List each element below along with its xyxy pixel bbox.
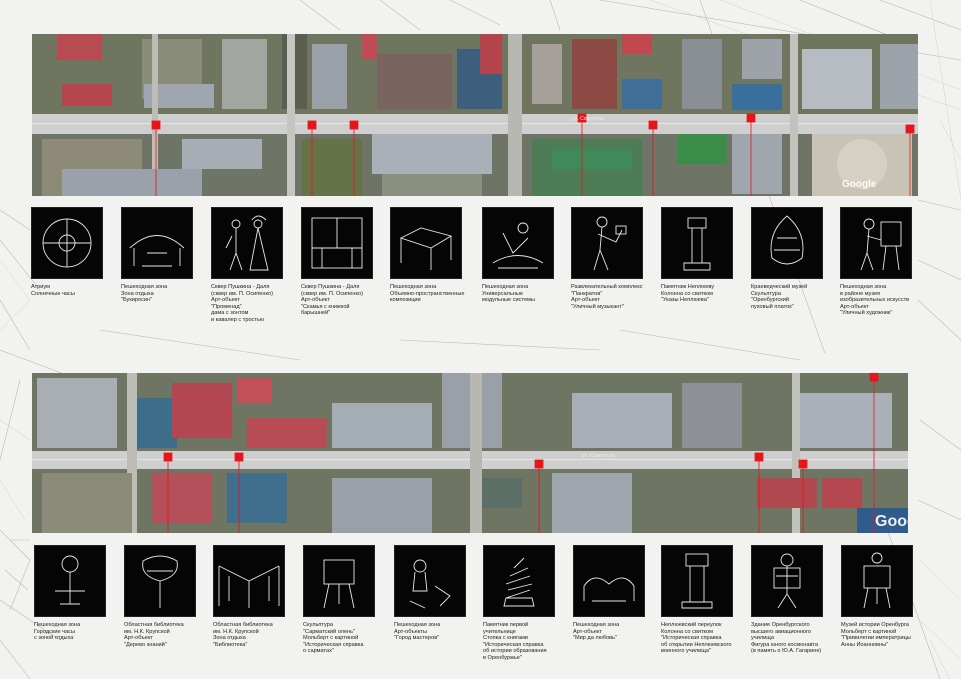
- poi-card[interactable]: Пешеходная зона Объемно-пространственные…: [390, 207, 476, 304]
- painter-icon[interactable]: [840, 207, 912, 279]
- poi-caption: Сквер Пушкина - Даля (сквер им. П. Осипе…: [301, 284, 363, 317]
- love-icon[interactable]: [573, 545, 645, 617]
- poi-caption: Здание Оренбургского высшего авиационног…: [751, 622, 822, 655]
- poi-caption: Пешеходная зона в районе музея изобразит…: [840, 284, 910, 317]
- musician-icon[interactable]: [571, 207, 643, 279]
- poi-card[interactable]: Музей истории Оренбурга Мольберт с карти…: [841, 545, 927, 648]
- couple-sculpture-icon[interactable]: [211, 207, 283, 279]
- poi-caption: Пешеходная зона Объемно-пространственные…: [390, 284, 465, 304]
- poi-caption: Сквер Пушкина - Даля (сквер им. П. Осипе…: [211, 284, 273, 323]
- poi-caption: Пешеходная зона Зона отдыха "Букиросин": [121, 284, 168, 304]
- street-clock-icon[interactable]: [34, 545, 106, 617]
- pavilion-icon[interactable]: [121, 207, 193, 279]
- poi-caption: Неплюевский переулок Колонна со свитком …: [661, 622, 732, 655]
- poi-card[interactable]: Пешеходная зона Городские часы с зоной о…: [34, 545, 120, 642]
- poi-card[interactable]: Памятник Неплюеву Колонна со свитком "Ук…: [661, 207, 747, 304]
- poi-caption: Скульптура "Сарматский олень" Мольберт с…: [303, 622, 364, 655]
- satellite-map-bottom[interactable]: ул. Советская Google: [32, 373, 908, 533]
- satellite-map-top[interactable]: ул. Советская Google: [32, 34, 918, 196]
- poi-card[interactable]: Скульптура "Сарматский олень" Мольберт с…: [303, 545, 389, 655]
- poi-caption: Памятник Неплюеву Колонна со свитком "Ук…: [661, 284, 715, 304]
- marker-gap: [816, 353, 877, 373]
- poi-card[interactable]: Памятник первой учительнице Стопка с кни…: [483, 545, 569, 662]
- craftsmen-icon[interactable]: [394, 545, 466, 617]
- poi-card[interactable]: Развлекательный комплекс "Панкратов" Арт…: [571, 207, 657, 310]
- poi-card[interactable]: Пешеходная зона Арт-объекты "Город масте…: [394, 545, 480, 642]
- poi-caption: Пешеходная зона Универсальные модульные …: [482, 284, 535, 304]
- street-label-bottom: ул. Советская: [582, 453, 615, 459]
- poi-card[interactable]: Сквер Пушкина - Даля (сквер им. П. Осипе…: [211, 207, 297, 324]
- cosmonaut-icon[interactable]: [751, 545, 823, 617]
- poi-caption: Памятник первой учительнице Стопка с кни…: [483, 622, 547, 661]
- google-watermark-bottom: Google: [875, 513, 908, 530]
- library-icon[interactable]: [213, 545, 285, 617]
- museum-easel-icon[interactable]: [841, 545, 913, 617]
- poi-caption: Областная библиотека им. Н.К. Крупской З…: [213, 622, 273, 648]
- poi-card[interactable]: Областная библиотека им. Н.К. Крупской З…: [213, 545, 299, 648]
- poi-caption: Пешеходная зона Арт-объект "Мир да любов…: [573, 622, 620, 642]
- google-watermark-top: Google: [842, 179, 877, 190]
- knowledge-tree-icon[interactable]: [124, 545, 196, 617]
- poi-caption: Пешеходная зона Городские часы с зоной о…: [34, 622, 81, 642]
- satellite-map-top-image: [32, 34, 918, 196]
- poi-card[interactable]: Атриум Солнечные часы: [31, 207, 117, 297]
- poi-card[interactable]: Пешеходная зона Универсальные модульные …: [482, 207, 568, 304]
- poi-card[interactable]: Пешеходная зона в районе музея изобразит…: [840, 207, 926, 317]
- column-scroll-icon[interactable]: [661, 207, 733, 279]
- easel-icon[interactable]: [303, 545, 375, 617]
- modular-icon[interactable]: [482, 207, 554, 279]
- shawl-icon[interactable]: [751, 207, 823, 279]
- satellite-map-bottom-image: [32, 373, 908, 533]
- bench-icon[interactable]: [301, 207, 373, 279]
- composition-icon[interactable]: [390, 207, 462, 279]
- poi-card[interactable]: Сквер Пушкина - Даля (сквер им. П. Осипе…: [301, 207, 387, 317]
- street-label-top: ул. Советская: [572, 116, 605, 122]
- poi-caption: Областная библиотека им. Н.К. Крупской А…: [124, 622, 184, 648]
- poi-card[interactable]: Областная библиотека им. Н.К. Крупской А…: [124, 545, 210, 648]
- poi-card[interactable]: Неплюевский переулок Колонна со свитком …: [661, 545, 747, 655]
- book-stack-icon[interactable]: [483, 545, 555, 617]
- column-icon[interactable]: [661, 545, 733, 617]
- poi-caption: Пешеходная зона Арт-объекты "Город масте…: [394, 622, 441, 642]
- poi-caption: Развлекательный комплекс "Панкратов" Арт…: [571, 284, 643, 310]
- poi-caption: Краеведческий музей Скульптура "Оренбург…: [751, 284, 808, 310]
- sundial-icon[interactable]: [31, 207, 103, 279]
- poi-card[interactable]: Здание Оренбургского высшего авиационног…: [751, 545, 837, 655]
- poi-caption: Атриум Солнечные часы: [31, 284, 75, 297]
- poi-card[interactable]: Пешеходная зона Арт-объект "Мир да любов…: [573, 545, 659, 642]
- poi-card[interactable]: Пешеходная зона Зона отдыха "Букиросин": [121, 207, 207, 304]
- poi-caption: Музей истории Оренбурга Мольберт с карти…: [841, 622, 911, 648]
- poi-card[interactable]: Краеведческий музей Скульптура "Оренбург…: [751, 207, 837, 310]
